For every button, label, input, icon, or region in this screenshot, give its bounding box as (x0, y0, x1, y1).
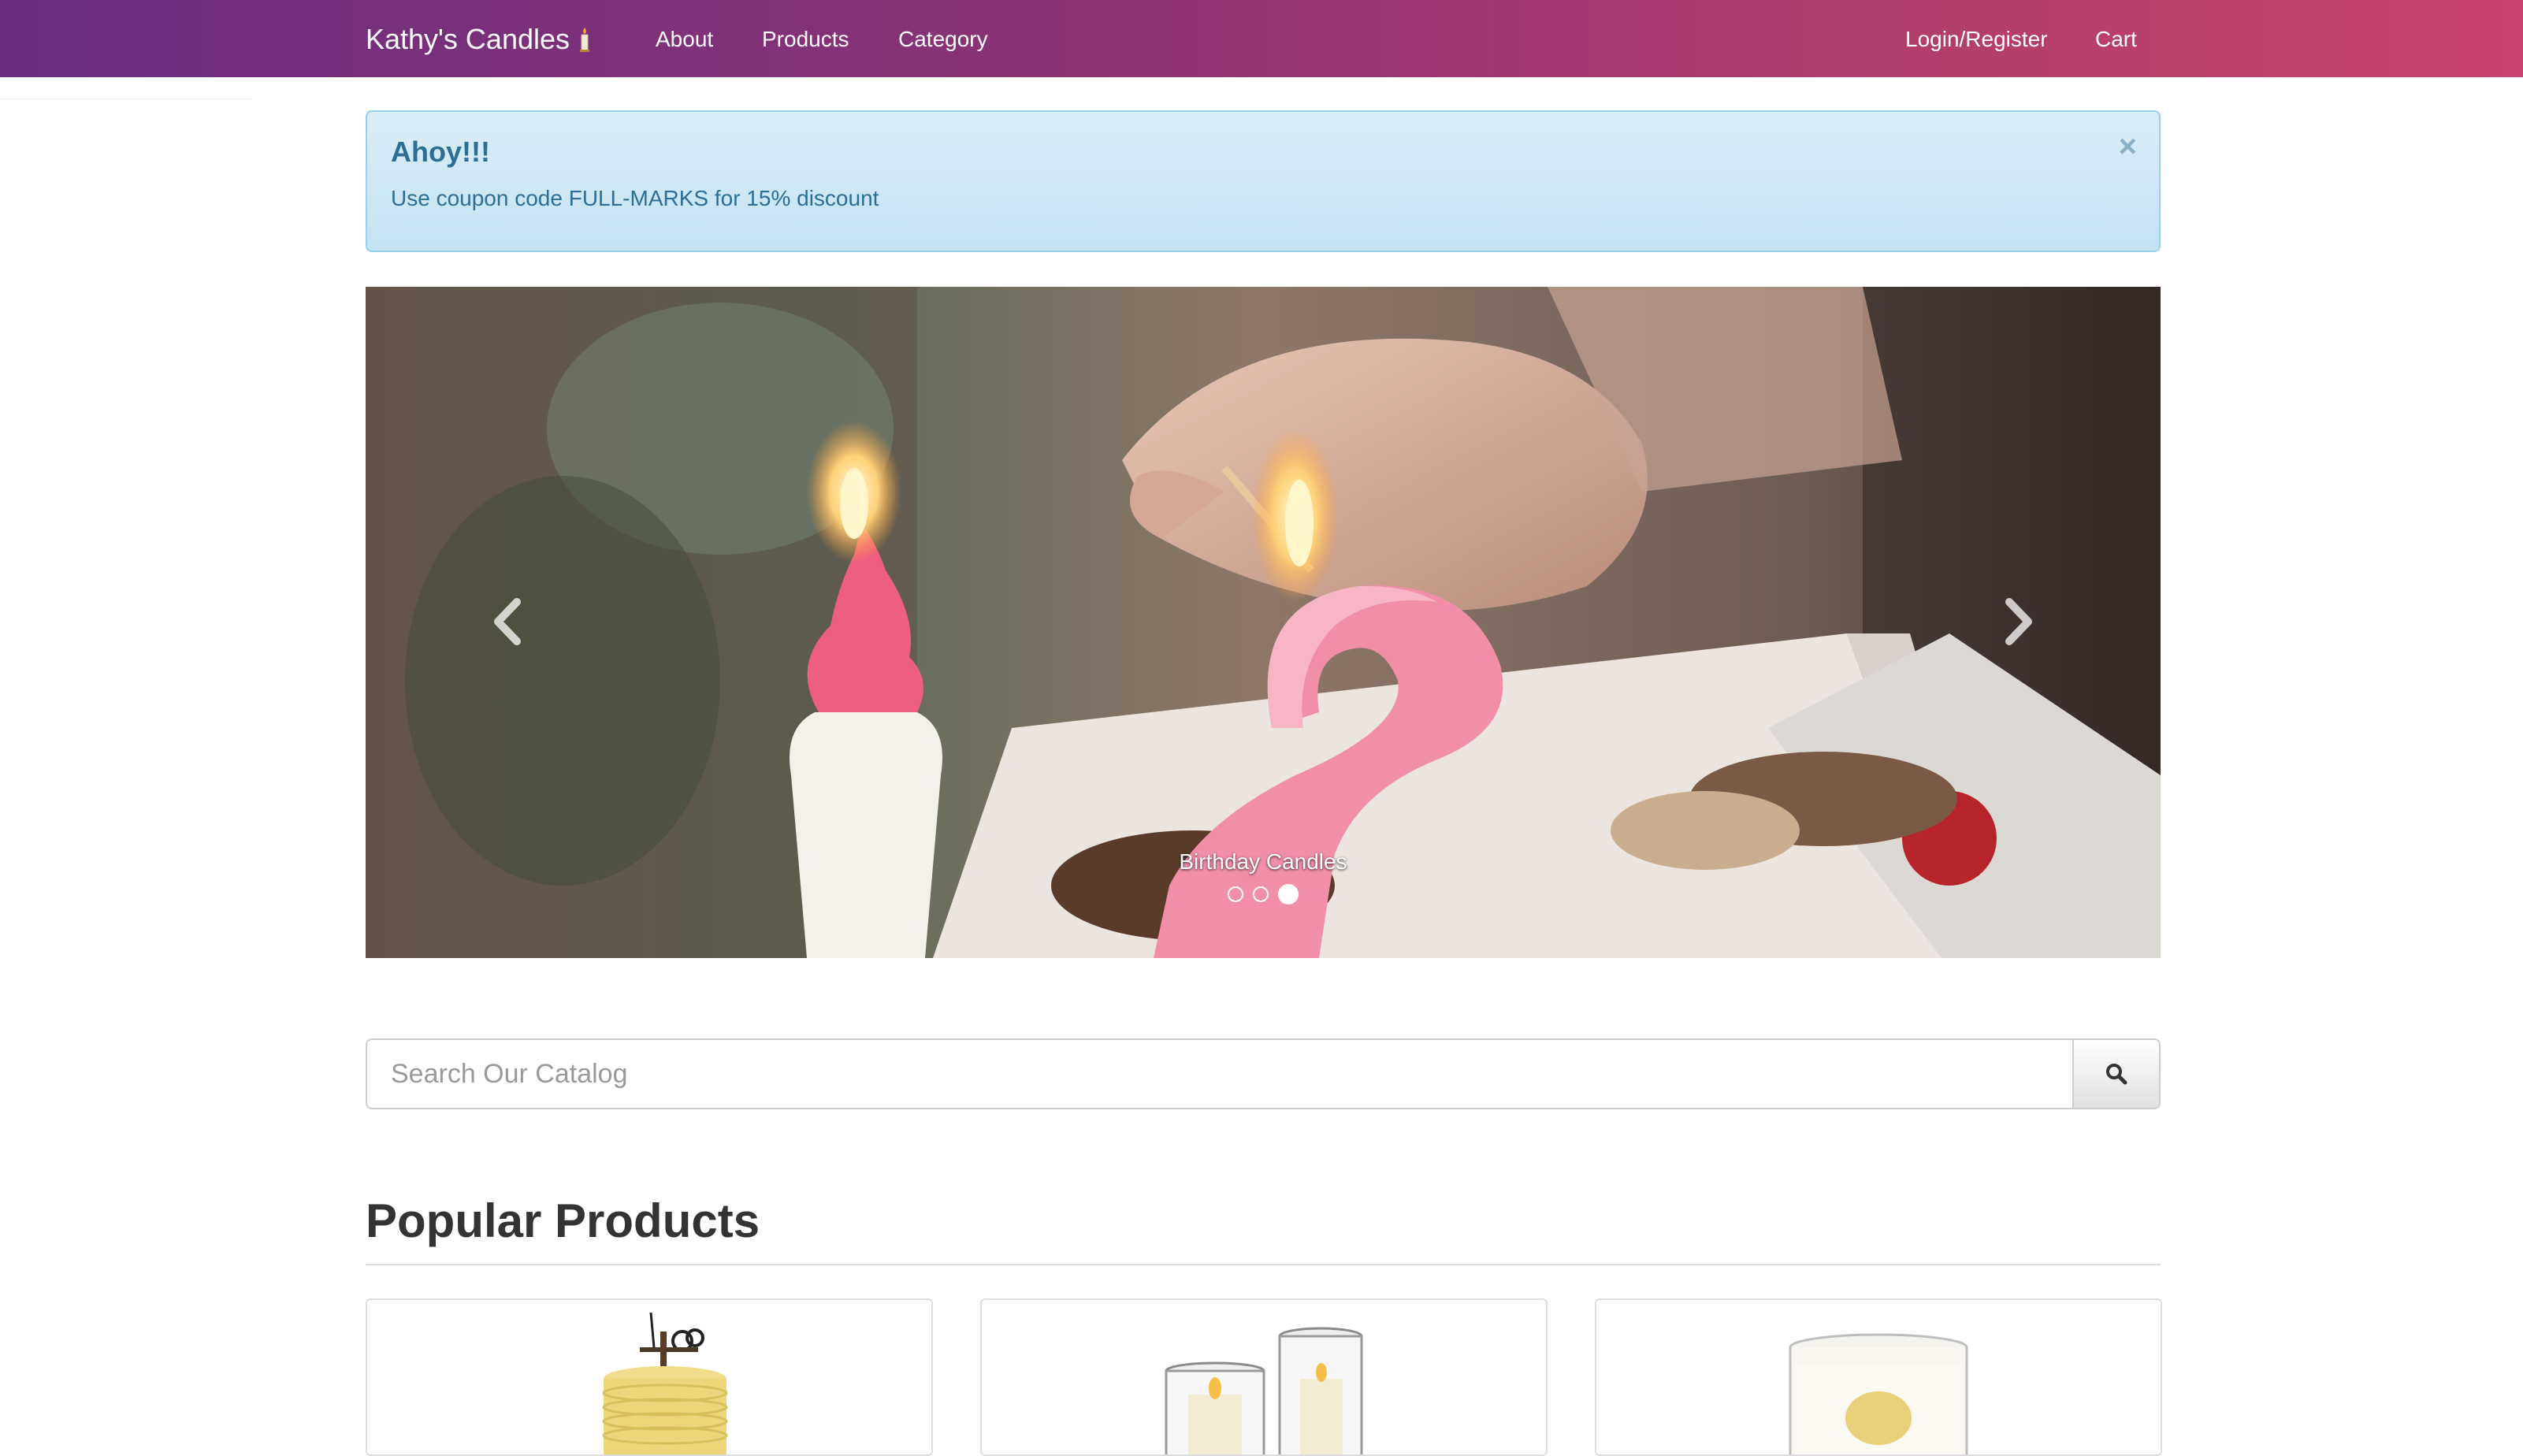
divider (0, 98, 252, 99)
carousel-indicators (366, 884, 2161, 904)
close-icon[interactable]: × (2119, 129, 2137, 165)
carousel-next-button[interactable] (1987, 586, 2050, 657)
nav-products[interactable]: Products (762, 0, 849, 77)
candle-icon (578, 4, 592, 52)
hero-carousel: Birthday Candles (366, 287, 2161, 958)
popular-products-heading: Popular Products (366, 1194, 760, 1247)
brand-link[interactable]: Kathy's Candles (366, 0, 592, 77)
section-divider (366, 1264, 2161, 1265)
chevron-left-icon (494, 598, 521, 645)
search-input[interactable] (366, 1038, 2074, 1109)
product-card[interactable] (1595, 1298, 2162, 1456)
alert-message: Use coupon code FULL-MARKS for 15% disco… (391, 186, 879, 210)
chevron-right-icon (2005, 598, 2032, 645)
search-button[interactable] (2072, 1038, 2161, 1109)
carousel-prev-button[interactable] (476, 586, 539, 657)
nav-about[interactable]: About (656, 0, 713, 77)
carousel-indicator-active[interactable] (1278, 884, 1299, 904)
nav-cart[interactable]: Cart (2095, 0, 2137, 77)
nav-login-register[interactable]: Login/Register (1905, 0, 2048, 77)
carousel-indicator[interactable] (1253, 886, 1269, 902)
product-image-glass-hurricane-candles (1165, 1327, 1363, 1454)
product-image-jar-candle (1789, 1333, 1968, 1454)
product-card[interactable] (980, 1298, 1548, 1456)
coupon-alert: Ahoy!!! Use coupon code FULL-MARKS for 1… (366, 110, 2161, 252)
product-image-beeswax-spiral-candle (602, 1312, 728, 1454)
carousel-indicator[interactable] (1228, 886, 1243, 902)
search-form (366, 1038, 2161, 1109)
navbar: Kathy's Candles About Products Category … (0, 0, 2523, 77)
alert-title: Ahoy!!! (391, 136, 490, 168)
brand-name: Kathy's Candles (366, 23, 570, 55)
search-icon (2106, 1064, 2127, 1085)
nav-category[interactable]: Category (898, 0, 988, 77)
product-card[interactable] (366, 1298, 933, 1456)
carousel-caption: Birthday Candles (1179, 849, 1347, 874)
